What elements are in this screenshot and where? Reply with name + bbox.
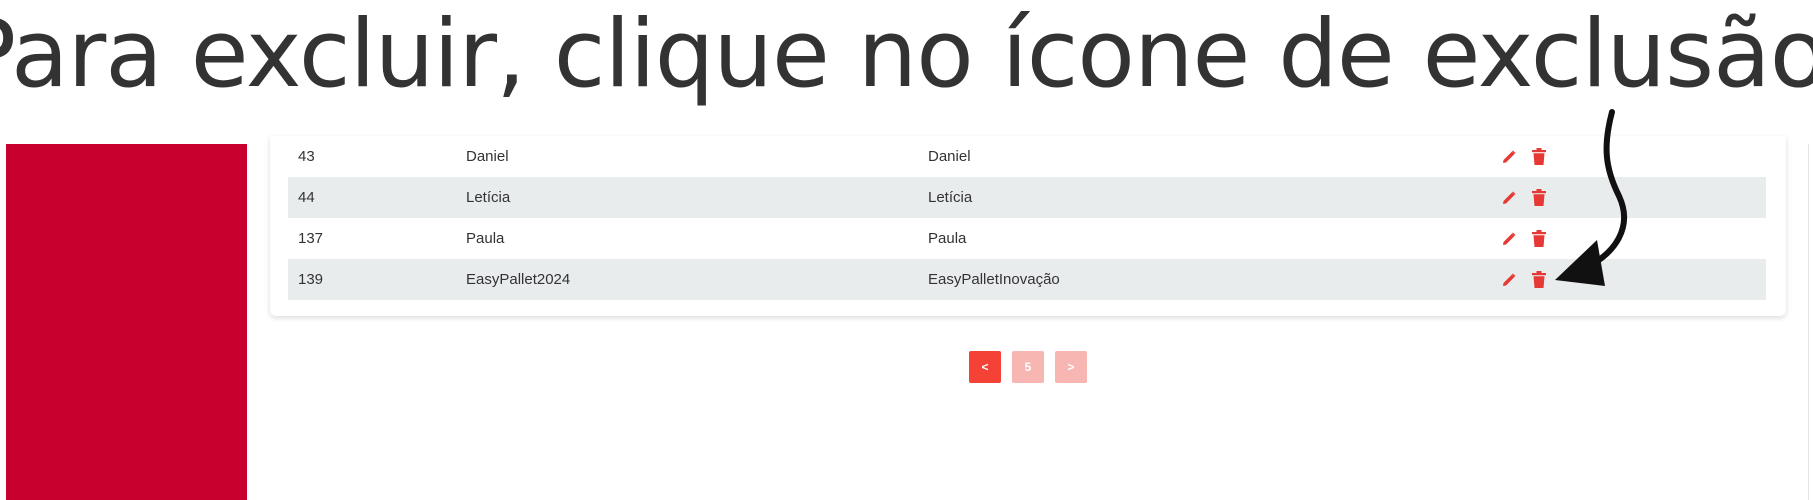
row-actions bbox=[1500, 218, 1548, 259]
row-actions bbox=[1500, 259, 1548, 300]
row-name: Daniel bbox=[928, 148, 971, 165]
pencil-icon[interactable] bbox=[1500, 230, 1518, 248]
row-actions bbox=[1500, 177, 1548, 218]
row-id: 43 bbox=[298, 148, 315, 165]
prev-page-button[interactable]: < bbox=[969, 351, 1001, 383]
row-id: 139 bbox=[298, 271, 324, 288]
pencil-icon[interactable] bbox=[1500, 271, 1518, 289]
row-id: 137 bbox=[298, 230, 324, 247]
trash-icon[interactable] bbox=[1530, 148, 1548, 166]
row-name: Paula bbox=[928, 230, 967, 247]
row-login: Paula bbox=[466, 230, 505, 247]
users-table-card: 43 Daniel Daniel 44 Letícia Letícia 137 … bbox=[270, 136, 1786, 316]
table-row: 139 EasyPallet2024 EasyPalletInovação bbox=[288, 259, 1766, 300]
trash-icon[interactable] bbox=[1530, 230, 1548, 248]
trash-icon[interactable] bbox=[1530, 189, 1548, 207]
row-login: Daniel bbox=[466, 148, 509, 165]
next-page-button[interactable]: > bbox=[1055, 351, 1087, 383]
screenshot-stage: Para excluir, clique no ícone de exclusã… bbox=[0, 0, 1813, 500]
trash-icon[interactable] bbox=[1530, 271, 1548, 289]
row-login: EasyPallet2024 bbox=[466, 271, 571, 288]
pagination: < 5 > bbox=[969, 351, 1087, 383]
row-login: Letícia bbox=[466, 189, 511, 206]
row-id: 44 bbox=[298, 189, 315, 206]
table-row: 44 Letícia Letícia bbox=[288, 177, 1766, 218]
users-table: 43 Daniel Daniel 44 Letícia Letícia 137 … bbox=[288, 136, 1766, 300]
table-row: 43 Daniel Daniel bbox=[288, 136, 1766, 177]
pencil-icon[interactable] bbox=[1500, 148, 1518, 166]
right-scroll-gutter bbox=[1808, 144, 1809, 500]
page-number-button[interactable]: 5 bbox=[1012, 351, 1044, 383]
row-name: Letícia bbox=[928, 189, 973, 206]
table-row: 137 Paula Paula bbox=[288, 218, 1766, 259]
pencil-icon[interactable] bbox=[1500, 189, 1518, 207]
instruction-heading: Para excluir, clique no ícone de exclusã… bbox=[0, 0, 1813, 109]
sidebar bbox=[6, 144, 247, 500]
row-name: EasyPalletInovação bbox=[928, 271, 1060, 288]
row-actions bbox=[1500, 136, 1548, 177]
